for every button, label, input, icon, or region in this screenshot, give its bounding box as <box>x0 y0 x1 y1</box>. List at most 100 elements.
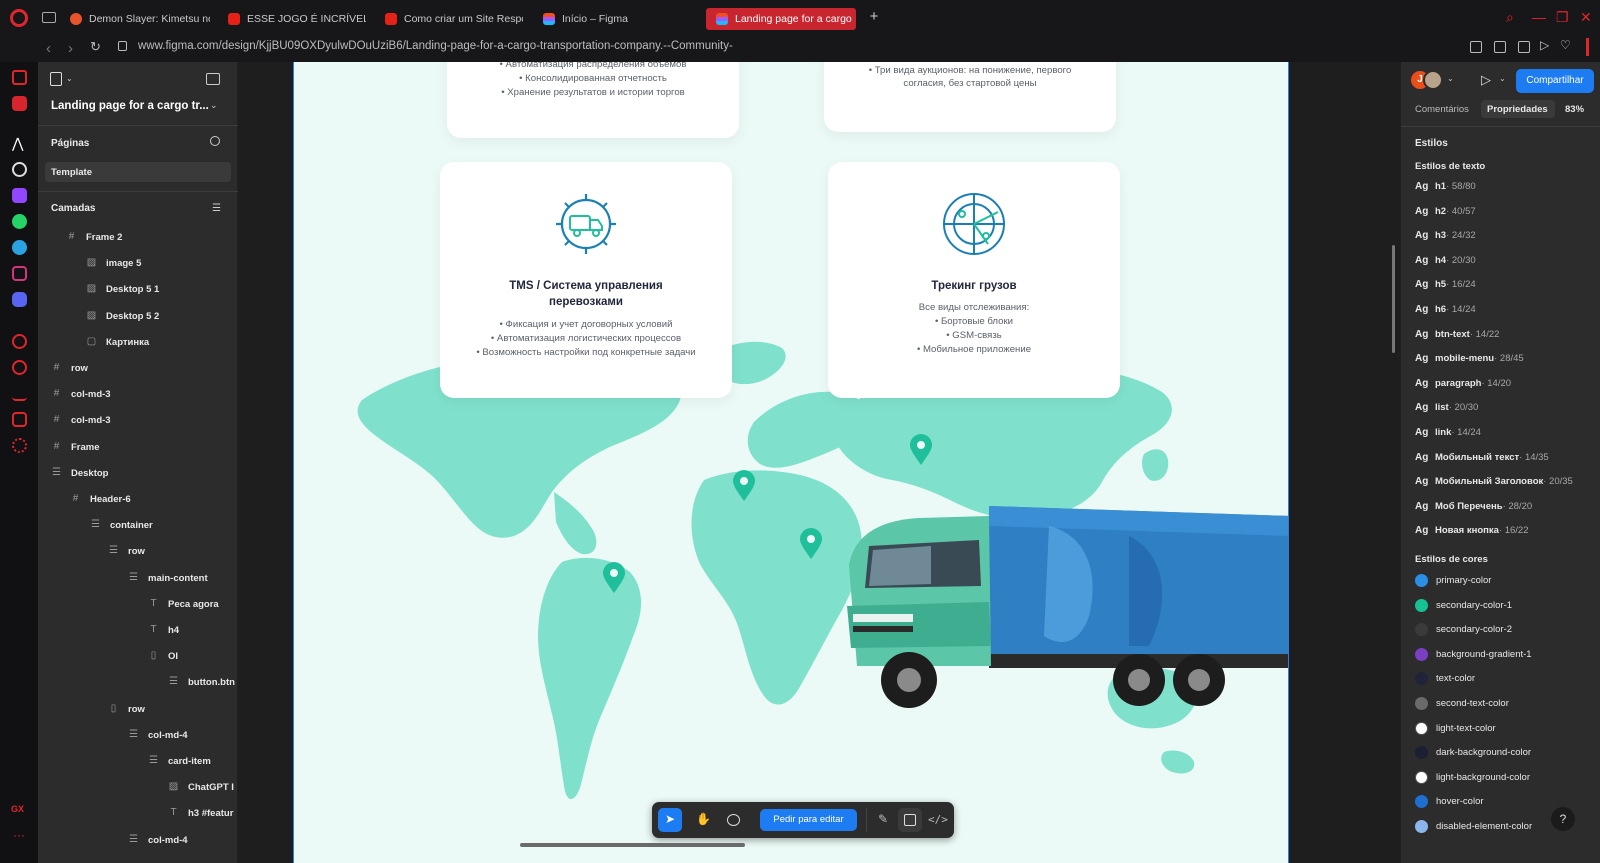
layer-item[interactable]: # col-md-3 <box>51 385 111 403</box>
present-play-icon[interactable]: ▷ <box>1481 72 1491 88</box>
twitch-icon[interactable] <box>12 188 27 203</box>
hand-tool-button[interactable]: ✋ <box>690 808 714 832</box>
color-style-item[interactable]: primary-color <box>1415 573 1491 587</box>
whatsapp-icon[interactable] <box>12 214 27 229</box>
text-style-item[interactable]: Ag Мобильный Заголовок · 20/35 <box>1415 474 1573 488</box>
forward-icon[interactable]: › <box>68 40 73 57</box>
chevron-down-icon[interactable]: ⌄ <box>66 74 73 83</box>
new-tab-plus-icon[interactable]: + <box>866 9 882 26</box>
telegram-icon[interactable] <box>12 240 27 255</box>
help-button[interactable]: ? <box>1551 807 1575 831</box>
dev-mode-button[interactable]: </> <box>924 808 948 832</box>
landing-page-frame[interactable]: • Автоматизация распределения объемов • … <box>293 62 1289 863</box>
text-style-item[interactable]: Ag link · 14/24 <box>1415 425 1481 439</box>
layer-item[interactable]: ☰ main-content <box>128 569 208 587</box>
tab-comments[interactable]: Comentários <box>1415 104 1469 115</box>
music-icon[interactable] <box>12 334 27 349</box>
layer-item[interactable]: ▨ image 5 <box>86 254 142 272</box>
comment-tool-button[interactable] <box>722 808 746 832</box>
discord-icon[interactable] <box>12 292 27 307</box>
color-style-item[interactable]: hover-color <box>1415 794 1484 808</box>
snapshot-icon[interactable] <box>1494 41 1506 53</box>
bookmark-icon[interactable] <box>1470 41 1482 53</box>
chevron-down-icon[interactable]: ⌄ <box>1499 74 1506 83</box>
main-menu-icon[interactable] <box>50 72 62 86</box>
browser-tab[interactable]: Início – Figma <box>543 8 678 30</box>
tab-overview-icon[interactable] <box>42 12 56 23</box>
horizontal-scrollbar[interactable] <box>520 843 745 847</box>
text-style-item[interactable]: Ag h2 · 40/57 <box>1415 204 1476 218</box>
move-tool-button[interactable]: ➤ <box>658 808 682 832</box>
page-item-template[interactable]: Template <box>45 162 231 182</box>
avatar-photo[interactable] <box>1423 70 1443 90</box>
downloads-icon[interactable] <box>12 386 27 401</box>
vertical-scrollbar[interactable] <box>1392 245 1395 353</box>
close-icon[interactable]: ✕ <box>1580 9 1592 26</box>
text-style-item[interactable]: Ag list · 20/30 <box>1415 400 1478 414</box>
restore-icon[interactable]: ❐ <box>1556 9 1569 26</box>
text-style-item[interactable]: Ag h1 · 58/80 <box>1415 179 1476 193</box>
file-title[interactable]: Landing page for a cargo tr... <box>51 100 209 112</box>
share-button[interactable]: Compartilhar <box>1516 69 1594 93</box>
browser-tab[interactable]: Como criar um Site Respo <box>385 8 523 30</box>
color-style-item[interactable]: secondary-color-2 <box>1415 622 1512 636</box>
minimize-icon[interactable]: — <box>1532 9 1546 25</box>
color-style-item[interactable]: secondary-color-1 <box>1415 598 1512 612</box>
text-style-item[interactable]: Ag h4 · 20/30 <box>1415 253 1476 267</box>
collapse-layers-icon[interactable]: ☰ <box>212 203 221 214</box>
extensions-icon[interactable] <box>12 412 27 427</box>
text-style-item[interactable]: Ag h5 · 16/24 <box>1415 277 1476 291</box>
player-icon[interactable]: ▷ <box>1540 38 1549 52</box>
layer-item[interactable]: # col-md-3 <box>51 411 111 429</box>
color-style-item[interactable]: light-text-color <box>1415 721 1496 735</box>
gmail-icon[interactable] <box>12 96 27 111</box>
speed-dial-icon[interactable] <box>12 70 27 85</box>
layer-item[interactable]: ▢ Картинка <box>86 333 149 351</box>
layer-item[interactable]: ▨ Desktop 5 1 <box>86 280 160 298</box>
search-icon[interactable]: ⌕ <box>1506 9 1514 26</box>
chevron-down-icon[interactable]: ⌄ <box>1447 74 1454 83</box>
layer-item[interactable]: # Header-6 <box>70 490 131 508</box>
layer-item[interactable]: ☰ card-item <box>148 752 211 770</box>
layer-item[interactable]: ▨ ChatGPT I <box>168 778 234 796</box>
sidebar-toggle-icon[interactable] <box>1586 38 1589 56</box>
panel-toggle-icon[interactable] <box>206 73 220 85</box>
back-icon[interactable]: ‹ <box>46 40 51 57</box>
draw-mode-button[interactable]: ✎ <box>872 808 896 832</box>
search-icon[interactable] <box>210 136 220 146</box>
color-style-item[interactable]: light-background-color <box>1415 770 1530 784</box>
layer-item[interactable]: ☰ Desktop <box>51 464 108 482</box>
layer-item[interactable]: ▯ OI <box>148 647 178 665</box>
browser-tab-active[interactable]: Landing page for a cargo <box>706 8 856 30</box>
layer-item[interactable]: ▯ row <box>108 700 145 718</box>
text-style-item[interactable]: Ag Моб Перечень · 28/20 <box>1415 499 1532 513</box>
browser-tab[interactable]: ESSE JOGO É INCRÍVEL! <box>228 8 366 30</box>
tab-properties[interactable]: Propriedades <box>1481 100 1555 118</box>
layer-item[interactable]: ☰ row <box>108 542 145 560</box>
design-mode-button[interactable] <box>898 808 922 832</box>
layer-item[interactable]: # Frame 2 <box>66 228 123 246</box>
layer-item[interactable]: # Frame <box>51 438 100 456</box>
chevron-down-icon[interactable]: ⌄ <box>210 100 218 111</box>
chatgpt-icon[interactable] <box>12 162 27 177</box>
text-style-item[interactable]: Ag paragraph · 14/20 <box>1415 376 1511 390</box>
text-style-item[interactable]: Ag mobile-menu · 28/45 <box>1415 351 1524 365</box>
canvas[interactable]: • Автоматизация распределения объемов • … <box>238 62 1400 863</box>
layer-item[interactable]: Th3 #featur <box>168 804 233 822</box>
aria-icon[interactable]: ⋀ <box>12 136 27 151</box>
instagram-icon[interactable] <box>12 266 27 281</box>
color-style-item[interactable]: second-text-color <box>1415 696 1509 710</box>
layer-item[interactable]: ☰ container <box>90 516 153 534</box>
text-style-item[interactable]: Ag Мобильный текст · 14/35 <box>1415 450 1549 464</box>
layer-item[interactable]: ☰ button.btn <box>168 673 235 691</box>
layer-item[interactable]: Th4 <box>148 621 179 639</box>
more-icon[interactable]: ··· <box>13 828 25 842</box>
color-style-item[interactable]: background-gradient-1 <box>1415 647 1532 661</box>
heart-icon[interactable]: ♡ <box>1560 38 1571 52</box>
browser-tab[interactable]: Demon Slayer: Kimetsu no <box>70 8 210 30</box>
settings-icon[interactable] <box>12 438 27 453</box>
text-style-item[interactable]: Ag btn-text · 14/22 <box>1415 327 1499 341</box>
layer-item[interactable]: # row <box>51 359 88 377</box>
history-icon[interactable] <box>12 360 27 375</box>
text-style-item[interactable]: Ag h3 · 24/32 <box>1415 228 1476 242</box>
